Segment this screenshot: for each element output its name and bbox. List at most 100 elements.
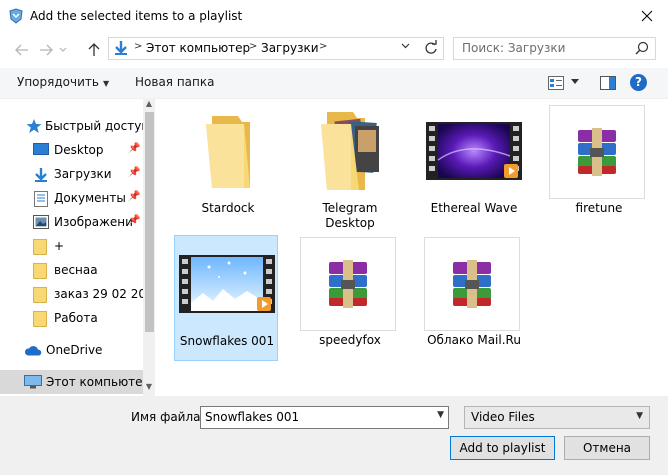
view-options-button[interactable] [548, 76, 564, 90]
back-button[interactable] [12, 40, 32, 60]
chevron-down-icon: ▼ [102, 79, 110, 88]
chevron-down-icon [571, 79, 579, 84]
refresh-icon [425, 40, 437, 54]
file-name: Ethereal Wave [430, 201, 518, 215]
nav-desktop[interactable]: Desktop 📌 [0, 138, 143, 162]
nav-label: Загрузки [54, 167, 112, 181]
nav-label: OneDrive [46, 343, 103, 357]
nav-quick-access[interactable]: Быстрый доступ [0, 114, 149, 138]
nav-folder-plus[interactable]: + [0, 234, 143, 258]
filetype-select[interactable]: Video Files ▼ [464, 406, 650, 429]
nav-label: + [54, 239, 65, 253]
preview-pane-button[interactable] [600, 76, 616, 90]
nav-onedrive[interactable]: OneDrive [0, 338, 143, 362]
pin-icon: 📌 [128, 191, 141, 202]
pin-icon: 📌 [128, 215, 141, 226]
nav-folder-vesnaa[interactable]: веснаа [0, 258, 143, 282]
breadcrumb-this-pc[interactable]: Этот компьютер [146, 41, 250, 55]
organize-menu[interactable]: Упорядочить ▼ [17, 75, 109, 89]
archive-file-icon [300, 237, 396, 331]
add-to-playlist-button[interactable]: Add to playlist [450, 436, 555, 460]
nav-folder-work[interactable]: Работа [0, 306, 143, 330]
star-icon [26, 119, 42, 133]
help-button[interactable]: ? [630, 74, 647, 91]
filetype-value: Video Files [471, 410, 535, 424]
folder-icon [33, 311, 47, 327]
organize-label: Упорядочить [17, 75, 99, 89]
cloud-icon [24, 345, 42, 356]
search-input[interactable]: Поиск: Загрузки [453, 37, 656, 60]
nav-downloads[interactable]: Загрузки 📌 [0, 162, 143, 186]
arrow-up-icon [88, 43, 100, 56]
chevron-down-icon[interactable]: ▼ [437, 410, 444, 420]
new-folder-button[interactable]: Новая папка [135, 75, 214, 89]
refresh-button[interactable] [424, 40, 438, 56]
file-name: Telegram Desktop [322, 201, 378, 230]
file-item-selected[interactable]: Snowflakes 001 [174, 235, 278, 361]
help-icon: ? [635, 75, 642, 89]
close-icon [641, 10, 653, 22]
title-bar: Add the selected items to a playlist [0, 0, 668, 34]
folder-icon [33, 239, 47, 255]
nav-label: Работа [54, 311, 98, 325]
file-name: Облако Mail.Ru [427, 333, 521, 347]
nav-label: Документы [54, 191, 126, 205]
chevron-down-icon [59, 47, 67, 52]
up-button[interactable] [84, 40, 104, 60]
folder-icon [33, 287, 47, 303]
filename-input[interactable]: Snowflakes 001 ▼ [200, 406, 449, 429]
chevron-down-icon [401, 43, 410, 49]
documents-icon [34, 191, 48, 207]
scroll-up-button[interactable]: ▲ [143, 99, 155, 111]
file-name: speedyfox [319, 333, 381, 347]
file-item[interactable]: Telegram Desktop [298, 103, 402, 230]
preview-pane-icon [600, 76, 616, 90]
file-item[interactable]: Stardock [176, 103, 280, 229]
forward-button[interactable] [36, 40, 56, 60]
video-file-icon [422, 109, 526, 195]
pin-icon: 📌 [128, 143, 141, 154]
file-list: Stardock Telegram Desktop Ethereal Wave … [158, 99, 668, 396]
nav-label: Быстрый доступ [45, 119, 150, 133]
cancel-button[interactable]: Отмена [564, 436, 650, 460]
search-icon[interactable] [635, 41, 649, 55]
file-name: firetune [575, 201, 623, 215]
nav-folder-order[interactable]: заказ 29 02 2016 [0, 282, 155, 306]
video-file-icon [175, 242, 279, 328]
close-button[interactable] [630, 2, 664, 30]
file-item[interactable]: firetune [547, 103, 651, 229]
nav-label: Desktop [54, 143, 104, 157]
view-icon [548, 76, 564, 90]
file-item[interactable]: Ethereal Wave [422, 103, 526, 229]
file-item[interactable]: Облако Mail.Ru [422, 235, 526, 361]
breadcrumb-separator[interactable]: > [134, 41, 142, 52]
arrow-right-icon [40, 44, 53, 56]
pictures-icon [33, 215, 49, 229]
folder-icon [33, 263, 47, 279]
sidebar-scrollbar-thumb[interactable] [145, 112, 154, 332]
chevron-down-icon: ▼ [636, 411, 643, 421]
folder-icon [176, 109, 280, 195]
nav-label: заказ 29 02 2016 [54, 287, 155, 301]
breadcrumb-separator[interactable]: > [249, 41, 257, 52]
file-name: Stardock [201, 201, 255, 215]
nav-label: Этот компьютер [46, 375, 151, 389]
nav-label: веснаа [54, 263, 98, 277]
scroll-down-button[interactable]: ▼ [143, 382, 155, 394]
nav-label: Изображени [54, 215, 133, 229]
address-dropdown[interactable] [401, 43, 410, 49]
archive-file-icon [549, 105, 645, 199]
nav-this-pc[interactable]: Этот компьютер [0, 370, 150, 394]
breadcrumb-downloads[interactable]: Загрузки [261, 41, 319, 55]
pin-icon: 📌 [128, 167, 141, 178]
breadcrumb-separator[interactable]: > [319, 41, 327, 52]
file-name: Snowflakes 001 [179, 334, 275, 348]
view-dropdown[interactable] [571, 79, 579, 84]
folder-photos-icon [298, 109, 402, 195]
address-bar[interactable]: > Этот компьютер > Загрузки > [108, 37, 444, 60]
nav-documents[interactable]: Документы 📌 [0, 186, 143, 210]
file-item[interactable]: speedyfox [298, 235, 402, 361]
nav-pictures[interactable]: Изображени 📌 [0, 210, 143, 234]
recent-dropdown[interactable] [56, 40, 70, 60]
download-icon [33, 167, 49, 183]
